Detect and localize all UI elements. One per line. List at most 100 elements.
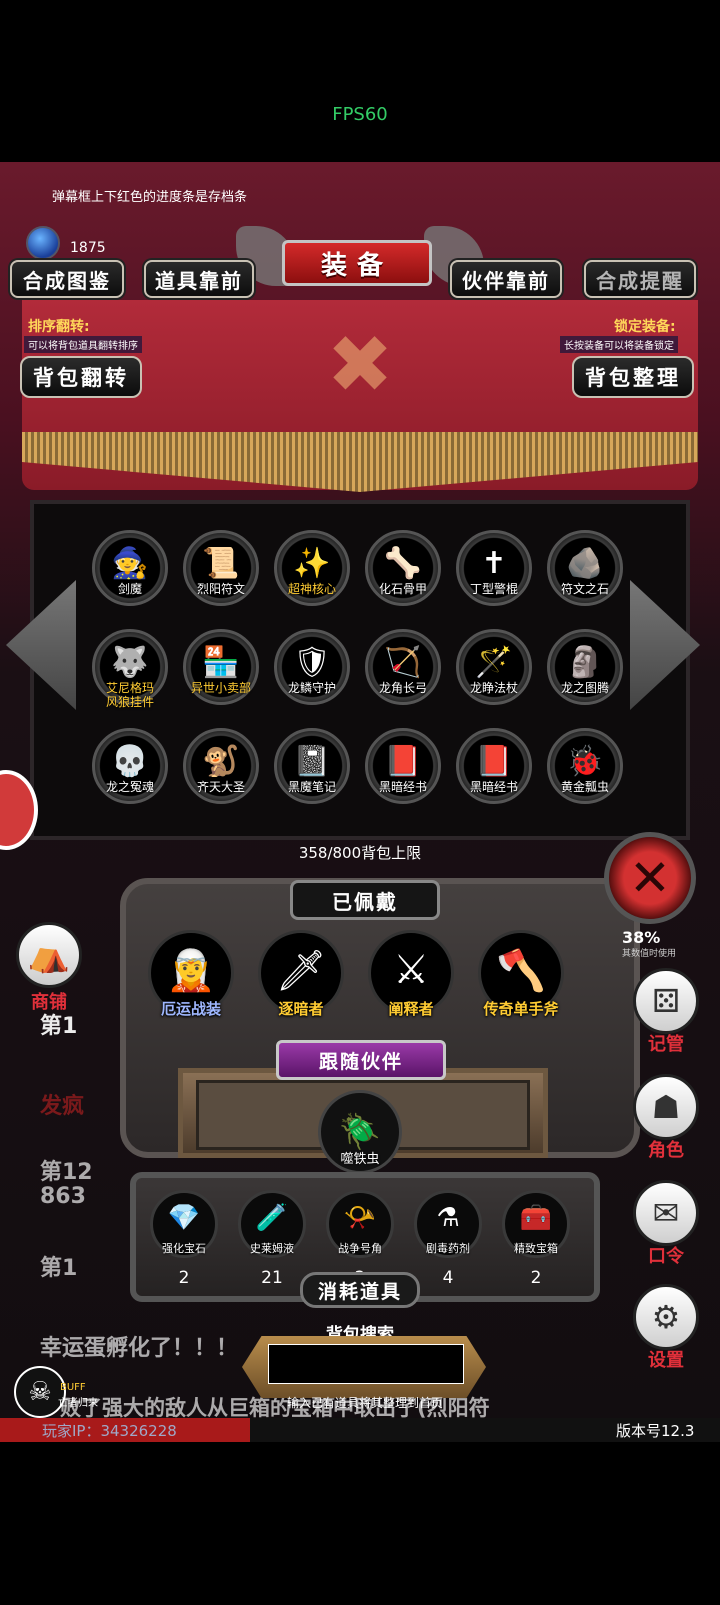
inventory-slot[interactable]: 📕 黑暗经书 (357, 728, 449, 820)
search-hint: 输入已有道具将其整理到首页 (286, 1396, 443, 1410)
item-name: 龙角长弓 (378, 681, 427, 695)
war-horn-icon: 📯 (343, 1203, 377, 1233)
items-first-button[interactable]: 道具靠前 (144, 260, 254, 298)
consumables-title: 消耗道具 (300, 1272, 420, 1308)
sort-flip-note: 可以将背包道具翻转排序 (24, 336, 142, 353)
poison-flask-icon: ⚗ (436, 1203, 460, 1233)
partner-name: 噬铁虫 (340, 1152, 380, 1167)
lock-label: 锁定装备: (614, 319, 676, 335)
synthesis-reminder-button[interactable]: 合成提醒 (584, 260, 696, 298)
item-name: 龙鳞守护 (287, 681, 336, 695)
inventory-slot[interactable]: 💀 龙之冤魂 (84, 728, 176, 820)
gear-icon: ⚙ (633, 1284, 699, 1350)
equipped-name: 阐释者 (388, 1000, 434, 1018)
equipped-slot[interactable]: ⚔ 阐释者 (356, 930, 466, 1030)
shop-label: 商铺 (31, 992, 67, 1013)
scroll-icon: ✉ (633, 1180, 699, 1246)
equipped-name: 厄运战装 (160, 1000, 221, 1018)
crystal-icon (26, 226, 60, 260)
consumable-name: 史莱姆液 (250, 1242, 294, 1255)
green-gem-icon: 💎 (167, 1203, 201, 1233)
item-name: 黑暗经书 (469, 780, 518, 794)
item-name: 龙之冤魂 (105, 780, 154, 794)
inventory-slot[interactable]: 🪨 符文之石 (539, 530, 631, 622)
manage-button[interactable]: ⚄ 记管 (630, 968, 702, 1056)
item-name: 异世小卖部 (190, 681, 251, 695)
log-line: 第12 (40, 1160, 93, 1185)
log-line: 第1 (40, 1256, 78, 1281)
consumable-count: 4 (442, 1268, 454, 1288)
inventory-slot[interactable]: 🏹 龙角长弓 (357, 629, 449, 721)
equipped-slot[interactable]: 🧝 厄运战装 (136, 930, 246, 1030)
inventory-slot[interactable]: 📕 黑暗经书 (448, 728, 540, 820)
slime-potion-icon: 🧪 (255, 1203, 289, 1233)
item-name: 丁型警棍 (469, 582, 518, 596)
hooded-figure-icon: ☗ (633, 1074, 699, 1140)
log-line: 发疯 (40, 1094, 85, 1119)
equipped-name: 传奇单手斧 (483, 1000, 559, 1018)
shop-icon: ⛺ (16, 922, 82, 988)
inventory-slot[interactable]: 🧙 剑魔 (84, 530, 176, 622)
inventory-slot[interactable]: 🏪 异世小卖部 (175, 629, 267, 721)
log-line: 863 (40, 1184, 86, 1209)
bag-tidy-button[interactable]: 背包整理 (572, 356, 694, 398)
consumable-name: 剧毒药剂 (426, 1242, 470, 1255)
item-name: 龙之图腾 (560, 681, 609, 695)
consumable-name: 强化宝石 (162, 1242, 206, 1255)
page-title: 装备 (282, 240, 432, 286)
skull-buff-icon[interactable]: ☠ (14, 1366, 66, 1418)
inventory-slot[interactable]: 🗿 龙之图腾 (539, 629, 631, 721)
consumable-slot[interactable]: 💎 强化宝石 2 (146, 1190, 222, 1290)
item-name: 龙睁法杖 (469, 681, 518, 695)
inventory-slot[interactable]: ✝ 丁型警棍 (448, 530, 540, 622)
item-name: 剑魔 (117, 582, 142, 596)
buff-sub: 亡者归来 (58, 1398, 98, 1409)
log-line: 幸运蛋孵化了！！！ (40, 1336, 239, 1361)
inventory-slot[interactable]: 🐒 齐天大圣 (175, 728, 267, 820)
inventory-slot[interactable]: 🐞 黄金瓢虫 (539, 728, 631, 820)
code-label: 口令 (648, 1246, 684, 1267)
equipped-title: 已佩戴 (290, 880, 440, 920)
inventory-slot[interactable]: ✨ 超神核心 (266, 530, 358, 622)
dice-icon: ⚄ (633, 968, 699, 1034)
partners-first-button[interactable]: 伙伴靠前 (450, 260, 562, 298)
item-name: 符文之石 (560, 582, 609, 596)
synthesis-codex-button[interactable]: 合成图鉴 (10, 260, 124, 298)
item-name: 艾尼格玛 风狼挂件 (105, 681, 154, 709)
consumable-slot[interactable]: 🧪 史莱姆液 21 (234, 1190, 310, 1290)
bag-flip-button[interactable]: 背包翻转 (20, 356, 142, 398)
consumable-count: 2 (530, 1268, 542, 1288)
inventory-slot[interactable]: 📓 黑魔笔记 (266, 728, 358, 820)
consumable-slot[interactable]: ⚗ 剧毒药剂 4 (410, 1190, 486, 1290)
item-name: 烈阳符文 (196, 582, 245, 596)
item-name: 黄金瓢虫 (560, 780, 609, 794)
buff-label: BUFF (60, 1382, 86, 1393)
inventory-slot[interactable]: 🐺 艾尼格玛 风狼挂件 (84, 629, 176, 721)
inventory-slot[interactable]: 📜 烈阳符文 (175, 530, 267, 622)
role-button[interactable]: ☗ 角色 (630, 1074, 702, 1162)
consumable-count: 21 (261, 1268, 283, 1288)
save-tip: 弹幕框上下红色的进度条是存档条 (52, 190, 248, 205)
shop-button[interactable]: ⛺ 商铺 (16, 922, 82, 1014)
chest-icon: 🧰 (519, 1203, 553, 1233)
bag-search-input[interactable] (268, 1344, 464, 1384)
settings-button[interactable]: ⚙ 设置 (630, 1284, 702, 1372)
version: 版本号12.3 (616, 1422, 695, 1440)
equipped-slot[interactable]: 🪓 传奇单手斧 (466, 930, 576, 1030)
sort-flip-label: 排序翻转: (28, 319, 90, 335)
stat-note: 其数值时使用 (622, 949, 677, 959)
consumable-slot[interactable]: 🧰 精致宝箱 2 (498, 1190, 574, 1290)
close-icon[interactable]: ✕ (604, 832, 696, 924)
item-name: 化石骨甲 (378, 582, 427, 596)
inventory-slot[interactable]: 🪄 龙睁法杖 (448, 629, 540, 721)
code-button[interactable]: ✉ 口令 (630, 1180, 702, 1268)
equipped-name: 逐暗者 (278, 1000, 324, 1018)
equipped-slot[interactable]: 🗡 逐暗者 (246, 930, 356, 1030)
lock-note: 长按装备可以将装备锁定 (560, 336, 678, 353)
manage-label: 记管 (648, 1034, 684, 1055)
inventory-slot[interactable]: 🦴 化石骨甲 (357, 530, 449, 622)
item-name: 黑魔笔记 (287, 780, 336, 794)
inventory-slot[interactable]: 🛡 龙鳞守护 (266, 629, 358, 721)
crossed-swords-emblem-icon: ✖ (326, 318, 394, 411)
consumable-name: 战争号角 (338, 1242, 382, 1255)
